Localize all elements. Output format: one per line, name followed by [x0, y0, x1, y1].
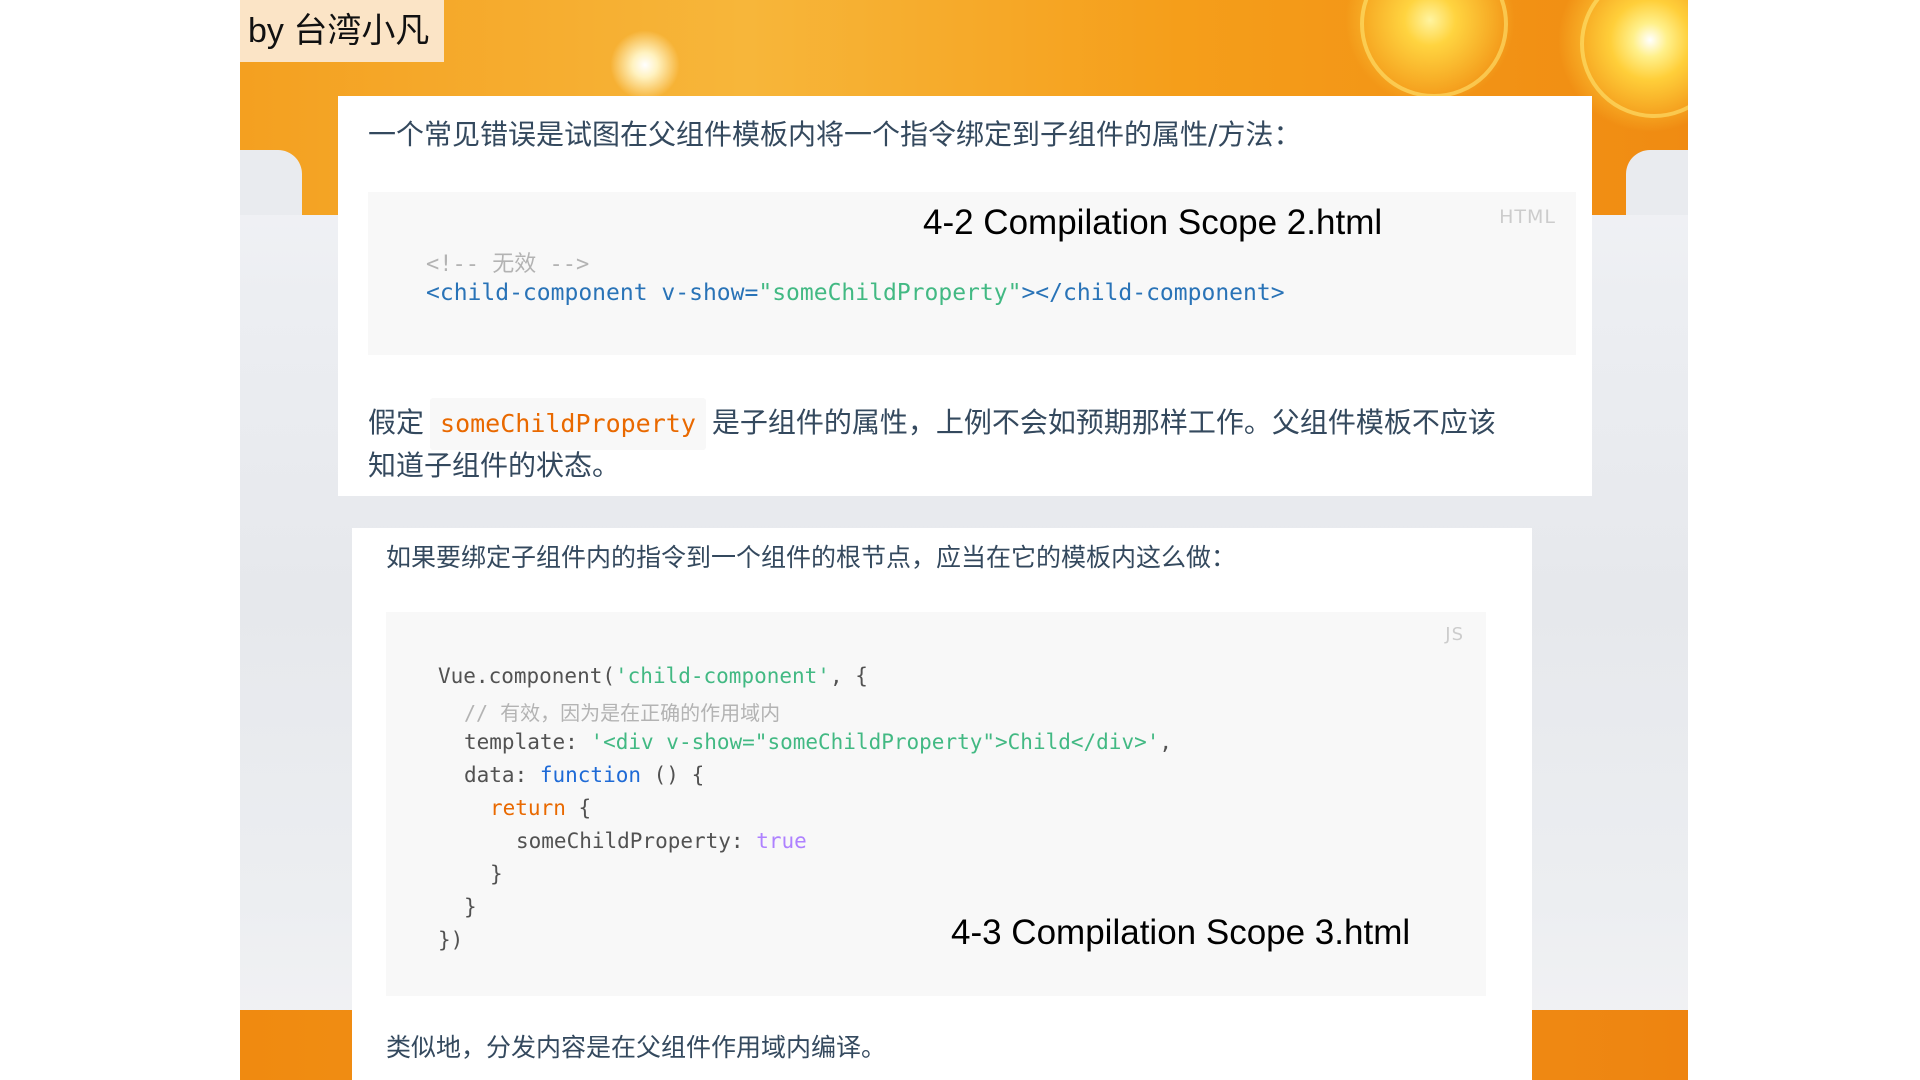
author-tag: by 台湾小凡 — [240, 0, 444, 62]
code-line: return { — [490, 796, 592, 820]
explanation-text: 假定 — [368, 406, 425, 439]
band-notch-right — [1626, 150, 1688, 215]
code-line: data: function () { — [464, 763, 705, 787]
file-label-annotation: 4-2 Compilation Scope 2.html — [923, 203, 1383, 242]
code-language-label: HTML — [1499, 206, 1556, 228]
code-line: } — [464, 895, 477, 919]
intro-text: 如果要绑定子组件内的指令到一个组件的根节点，应当在它的模板内这么做： — [386, 543, 1237, 572]
code-line: <child-component v-show="someChildProper… — [426, 280, 1285, 306]
code-attr-value: "someChildProperty" — [758, 280, 1022, 306]
code-comment: // 有效，因为是在正确的作用域内 — [464, 701, 781, 725]
code-line: template: '<div v-show="someChildPropert… — [464, 730, 1173, 754]
closing-text: 类似地，分发内容是在父组件作用域内编译。 — [386, 1033, 887, 1062]
sparkle-decoration — [610, 30, 680, 100]
doc-panel-top: 一个常见错误是试图在父组件模板内将一个指令绑定到子组件的属性/方法： HTML … — [338, 96, 1592, 496]
band-notch-left — [240, 150, 302, 215]
code-tag-close: ></child-component> — [1021, 280, 1285, 306]
code-comment: <!-- 无效 --> — [426, 252, 590, 277]
file-label-annotation: 4-3 Compilation Scope 3.html — [951, 913, 1411, 952]
inline-code: someChildProperty — [430, 398, 706, 450]
intro-text: 一个常见错误是试图在父组件模板内将一个指令绑定到子组件的属性/方法： — [368, 118, 1302, 151]
code-line: }) — [438, 928, 464, 952]
code-line: } — [490, 862, 503, 886]
code-tag-open: <child-component v-show= — [426, 280, 759, 306]
code-language-label: JS — [1445, 624, 1464, 645]
code-line: someChildProperty: true — [516, 829, 807, 853]
explanation-line-2: 知道子组件的状态。 — [368, 449, 621, 482]
explanation-line-1: 假定 someChildProperty 是子组件的属性，上例不会如预期那样工作。父… — [368, 398, 1496, 450]
code-line: Vue.component('child-component', { — [438, 664, 868, 688]
doc-panel-bottom: 如果要绑定子组件内的指令到一个组件的根节点，应当在它的模板内这么做： JS Vu… — [352, 528, 1532, 1080]
explanation-text: 是子组件的属性，上例不会如预期那样工作。父组件模板不应该 — [711, 406, 1496, 439]
